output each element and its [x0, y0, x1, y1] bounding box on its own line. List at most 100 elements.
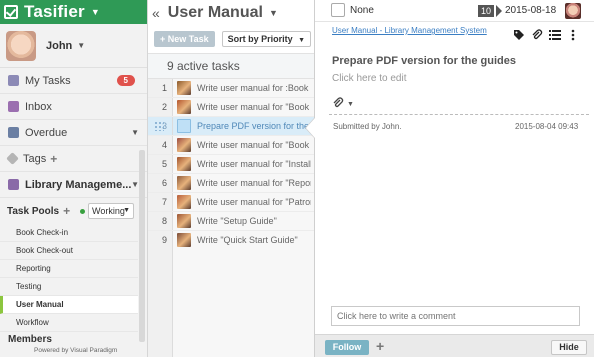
collapse-sidebar-icon[interactable]: « [152, 5, 160, 21]
task-row[interactable]: 2 Write user manual for "Book C [148, 98, 314, 117]
chevron-down-icon: ▼ [131, 180, 139, 189]
pool-filter-select[interactable]: Working ▼ [88, 203, 134, 219]
pool-item-book-check-in[interactable]: Book Check-in [0, 224, 138, 242]
assignee-avatar [177, 119, 191, 133]
assignee-avatar [177, 176, 191, 190]
status-dot-icon [80, 209, 85, 214]
sidebar-item-overdue[interactable]: Overdue ▼ [0, 120, 147, 146]
task-title: Write user manual for "Report [197, 178, 311, 188]
task-title: Write user manual for "Patron [197, 197, 311, 207]
task-title: Write user manual for :Book C [197, 83, 311, 93]
chevron-down-icon: ▼ [123, 207, 130, 214]
points-arrow-icon [496, 5, 502, 17]
sidebar-item-inbox[interactable]: Inbox [0, 94, 147, 120]
sidebar-item-my-tasks[interactable]: My Tasks 5 [0, 68, 147, 94]
comment-input[interactable] [331, 306, 580, 326]
complete-checkbox[interactable] [331, 3, 345, 17]
sidebar-item-label: My Tasks [25, 74, 71, 87]
points-badge[interactable]: 10 [478, 5, 495, 17]
user-menu[interactable]: John ▼ [0, 24, 147, 68]
tag-icon[interactable] [512, 28, 526, 42]
task-number: 2 [148, 98, 173, 116]
task-number: 5 [148, 155, 173, 173]
chevron-down-icon: ▼ [347, 101, 354, 108]
app-title: Tasifier [24, 2, 85, 21]
sidebar-item-tags[interactable]: Tags + [0, 146, 147, 172]
tag-icon [6, 152, 19, 165]
chevron-down-icon: ▼ [298, 37, 306, 44]
add-follower-button[interactable]: + [376, 338, 384, 354]
hide-button[interactable]: Hide [551, 340, 587, 355]
pool-item-reporting[interactable]: Reporting [0, 260, 138, 278]
task-row[interactable]: 7 Write user manual for "Patron [148, 193, 314, 212]
new-task-button[interactable]: + New Task [154, 31, 215, 47]
paperclip-icon[interactable] [530, 28, 544, 42]
inbox-icon [8, 101, 19, 112]
assignee-avatar [177, 138, 191, 152]
assignee-avatar [177, 100, 191, 114]
pool-item-book-check-out[interactable]: Book Check-out [0, 242, 138, 260]
task-row[interactable]: 5 Write user manual for "Installa [148, 155, 314, 174]
app-brand[interactable]: Tasifier ▼ [0, 0, 147, 24]
task-title[interactable]: Prepare PDF version for the guides [332, 55, 516, 67]
task-row[interactable]: 8 Write "Setup Guide" [148, 212, 314, 231]
detail-actions [512, 28, 580, 42]
task-row[interactable]: 3 Prepare PDF version for the [148, 117, 314, 136]
pool-item-user-manual[interactable]: User Manual [0, 296, 138, 314]
task-row[interactable]: 6 Write user manual for "Report [148, 174, 314, 193]
task-detail-panel: None 10 2015-08-18 User Manual - Library… [314, 0, 594, 357]
avatar[interactable] [565, 3, 581, 19]
task-number: 8 [148, 212, 173, 230]
add-tag-button[interactable]: + [50, 152, 57, 166]
chevron-down-icon: ▼ [77, 41, 86, 50]
sidebar-scrollbar[interactable] [139, 150, 145, 342]
assignee-avatar [177, 195, 191, 209]
task-title: Write "Setup Guide" [197, 216, 277, 226]
attachment-menu[interactable]: ▼ [332, 97, 354, 112]
breadcrumb[interactable]: User Manual - Library Management System [332, 26, 487, 35]
task-title: Write user manual for "Book C [197, 102, 311, 112]
submitted-timestamp: 2015-08-04 09:43 [515, 122, 579, 131]
list-icon[interactable] [548, 28, 562, 42]
drag-handle-icon[interactable] [154, 121, 164, 131]
avatar [6, 30, 36, 61]
powered-by-text: Powered by Visual Paradigm [34, 347, 118, 354]
assignee-value[interactable]: None [350, 5, 374, 16]
tasks-icon [8, 75, 19, 86]
sort-label: Sort by Priority [227, 34, 293, 44]
pool-filter-value: Working [92, 206, 125, 216]
list-title: User Manual [167, 3, 263, 21]
chevron-down-icon[interactable]: ▼ [269, 8, 278, 18]
task-title: Write user manual for "Book S [197, 140, 311, 150]
members-label[interactable]: Members [8, 334, 52, 345]
project-selector[interactable]: Library Manageme... ▼ [0, 172, 147, 198]
detail-footer: Follow + Hide [315, 334, 594, 357]
task-row[interactable]: 4 Write user manual for "Book S [148, 136, 314, 155]
task-title: Prepare PDF version for the [197, 121, 310, 131]
list-toolbar: + New Task Sort by Priority ▼ [148, 25, 314, 53]
overdue-icon [8, 127, 19, 138]
list-header: « User Manual ▼ [148, 0, 314, 25]
active-task-count: 9 active tasks [148, 53, 314, 79]
checkbox-logo-icon [4, 5, 18, 19]
task-pools-header: Task Pools + Working ▼ [0, 198, 147, 224]
add-pool-button[interactable]: + [63, 204, 70, 218]
sidebar-item-label: Tags [23, 152, 47, 165]
assignee-avatar [177, 233, 191, 247]
detail-topbar: None 10 2015-08-18 [315, 0, 594, 22]
project-icon [8, 179, 19, 190]
task-number: 7 [148, 193, 173, 211]
description-field[interactable]: Click here to edit [332, 73, 406, 84]
more-vertical-icon[interactable] [566, 28, 580, 42]
pool-item-testing[interactable]: Testing [0, 278, 138, 296]
follow-button[interactable]: Follow [325, 340, 369, 355]
task-row[interactable]: 1 Write user manual for :Book C [148, 79, 314, 98]
chevron-down-icon[interactable]: ▼ [131, 128, 139, 137]
assignee-avatar [177, 157, 191, 171]
task-title: Write user manual for "Installa [197, 159, 311, 169]
sort-button[interactable]: Sort by Priority ▼ [221, 31, 312, 47]
due-date[interactable]: 2015-08-18 [505, 5, 556, 16]
submitted-by: Submitted by John. [333, 122, 402, 131]
task-title: Write "Quick Start Guide" [197, 235, 298, 245]
pool-item-workflow[interactable]: Workflow [0, 314, 138, 332]
